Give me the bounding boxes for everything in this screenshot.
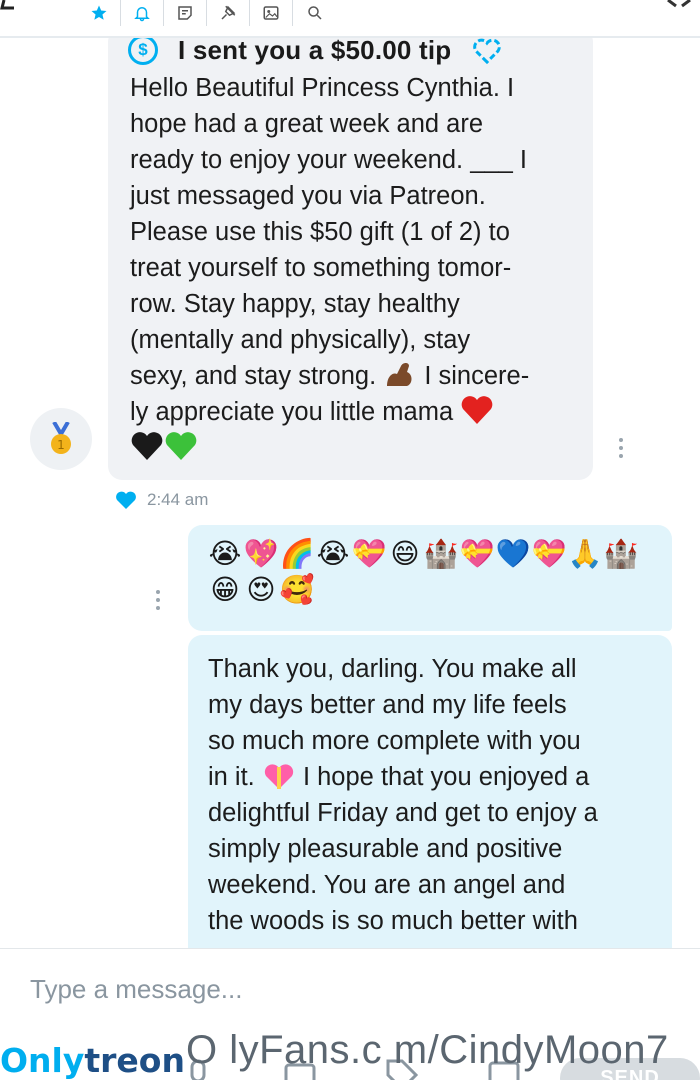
watermark-logo-part: treon <box>84 1040 185 1080</box>
msg-line: delightful Friday and get to enjoy a <box>208 799 598 827</box>
message-list: $ I sent you a $50.00 tip Hello Beautifu… <box>0 38 700 948</box>
emoji: 💝 <box>531 537 567 570</box>
chat-screen: $ I sent you a $50.00 tip Hello Beautifu… <box>0 0 700 1080</box>
close-icon[interactable] <box>666 0 692 10</box>
emoji: 😭 <box>316 537 350 570</box>
tool-notifications[interactable] <box>121 0 164 26</box>
msg-line: I hope that you enjoyed a <box>295 763 590 791</box>
tool-media[interactable] <box>250 0 293 26</box>
msg-line: sexy, and stay strong. <box>130 362 377 390</box>
msg-line: Please use this $50 gift (1 of 2) to <box>130 218 510 246</box>
svg-text:1: 1 <box>57 438 65 452</box>
avatar[interactable]: 1 <box>30 408 92 470</box>
emoji: 🏰 <box>423 537 459 570</box>
black-heart-emoji-icon <box>131 432 163 460</box>
note-icon <box>178 6 192 20</box>
emoji: 😭 <box>208 537 242 570</box>
received-message-options-icon[interactable] <box>618 438 624 458</box>
emoji-row: 😭 💖 🌈 😭 💝 😄 🏰 💝 💙 💝 🙏 🏰 😁 😍 🥰 <box>208 537 648 607</box>
dollar-icon: $ <box>128 38 158 65</box>
emoji: 🏰 <box>603 537 639 570</box>
emoji: 💝 <box>351 537 387 570</box>
watermark-logo: Only treon <box>0 1040 185 1080</box>
search-icon <box>307 6 322 20</box>
msg-line: treat yourself to something tomor- <box>130 254 512 282</box>
msg-line: I sincere- <box>424 362 530 390</box>
msg-line: simply pleasurable and positive <box>208 835 563 863</box>
tool-search[interactable] <box>293 0 336 26</box>
heart-liked-icon[interactable] <box>115 490 137 510</box>
red-heart-emoji-icon <box>461 396 493 424</box>
sent-emoji-message-bubble: 😭 💖 🌈 😭 💝 😄 🏰 💝 💙 💝 🙏 🏰 😁 😍 🥰 <box>188 525 672 631</box>
pin-icon <box>221 5 236 20</box>
sent-message-text: Thank you, darling. You make all my days… <box>208 651 652 939</box>
msg-line: Hello Beautiful Princess Cynthia. I <box>130 74 515 102</box>
sent-message-bubble: Thank you, darling. You make all my days… <box>188 635 672 948</box>
msg-line: my days better and my life feels <box>208 691 567 719</box>
msg-line: just messaged you via Patreon. <box>130 182 486 210</box>
msg-line: so much more complete with you <box>208 727 581 755</box>
flexed-biceps-emoji-icon <box>387 363 412 386</box>
sent-message-options-icon[interactable] <box>155 590 161 610</box>
emoji: 😍 <box>246 573 276 606</box>
message-time: 2:44 am <box>147 490 209 509</box>
star-icon <box>91 5 107 20</box>
emoji: 😁 <box>210 573 240 606</box>
emoji: 🥰 <box>279 573 315 606</box>
msg-line: the woods is so much better with <box>208 907 578 935</box>
message-input[interactable] <box>30 971 630 1007</box>
tool-favorite[interactable] <box>78 0 121 26</box>
msg-line: (mentally and physically), stay <box>130 326 471 354</box>
msg-line: ready to enjoy your weekend. ___ I <box>130 146 527 174</box>
image-icon <box>263 6 279 20</box>
msg-line: in it. <box>208 763 255 791</box>
msg-line: row. Stay happy, stay healthy <box>130 290 460 318</box>
msg-line: Thank you, darling. You make all <box>208 655 577 683</box>
heart-ribbon-emoji-icon <box>264 764 294 789</box>
bell-icon <box>134 7 150 22</box>
tip-label: I sent you a $50.00 tip <box>178 38 452 65</box>
received-message-text: Hello Beautiful Princess Cynthia. I hope… <box>130 70 573 466</box>
received-message-bubble: $ I sent you a $50.00 tip Hello Beautifu… <box>108 38 593 480</box>
emoji: 🌈 <box>279 537 315 570</box>
emoji: 💙 <box>495 537 531 570</box>
chat-toolbar-icons <box>78 0 336 26</box>
emoji: 😄 <box>390 537 420 570</box>
back-arrow-icon[interactable] <box>0 0 22 10</box>
watermark-logo-part: Only <box>0 1040 85 1080</box>
emoji: 💝 <box>459 537 495 570</box>
msg-line: weekend. You are an angel and <box>208 871 566 899</box>
watermark-url: O lyFans.c m/CindyMoon7 <box>186 1028 669 1072</box>
green-heart-emoji-icon <box>165 432 197 460</box>
emoji: 🙏 <box>567 537 603 570</box>
emoji: 💖 <box>243 537 279 570</box>
tip-heart-icon <box>473 38 502 65</box>
msg-line: ly appreciate you little mama <box>130 398 454 426</box>
tip-header: $ I sent you a $50.00 tip <box>128 38 573 68</box>
msg-line: hope had a great week and are <box>130 110 484 138</box>
tool-pin[interactable] <box>207 0 250 26</box>
medal-icon: 1 <box>51 422 71 454</box>
message-meta: 2:44 am <box>115 490 208 510</box>
chat-toolbar <box>0 0 700 38</box>
tool-notes[interactable] <box>164 0 207 26</box>
